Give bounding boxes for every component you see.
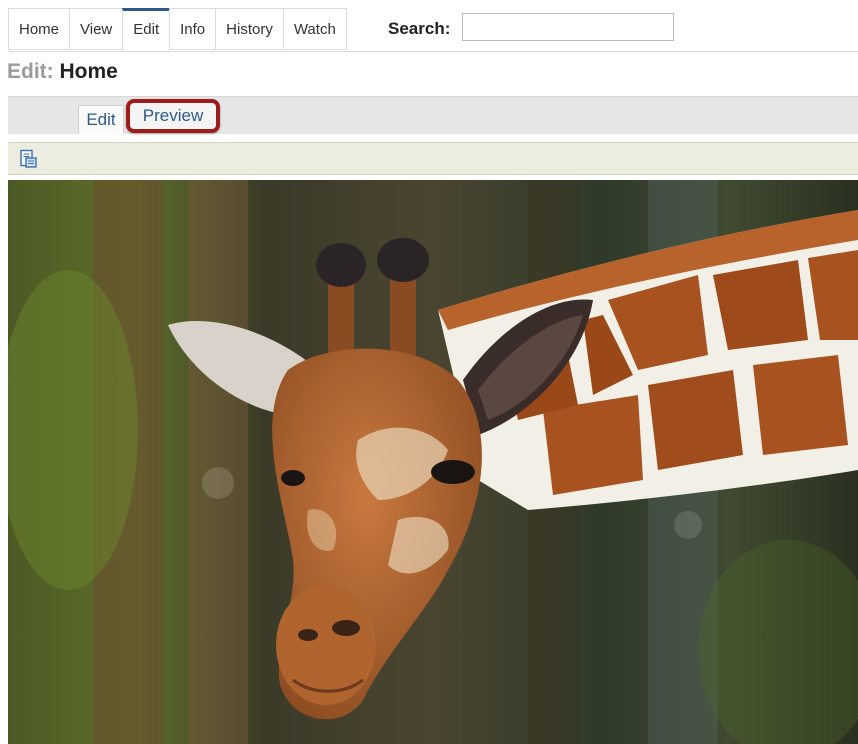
page-tabs: Home View Edit Info History Watch <box>8 8 347 51</box>
preview-image <box>8 180 858 744</box>
top-navigation: Home View Edit Info History Watch Search… <box>8 8 858 52</box>
tab-edit[interactable]: Edit <box>122 8 170 51</box>
tab-view[interactable]: View <box>69 8 123 50</box>
document-preview-icon[interactable] <box>18 149 38 169</box>
page-title-prefix: Edit: <box>7 60 54 83</box>
tab-watch[interactable]: Watch <box>282 8 347 50</box>
search-label: Search: <box>388 19 451 38</box>
subtab-edit[interactable]: Edit <box>78 105 124 134</box>
subtab-preview[interactable]: Preview <box>126 99 220 133</box>
giraffe-photo-icon <box>8 180 858 744</box>
tab-history[interactable]: History <box>215 8 283 50</box>
page-title: Edit: Home <box>7 59 118 85</box>
tab-home[interactable]: Home <box>8 8 70 50</box>
search-input[interactable] <box>462 13 674 41</box>
tab-info[interactable]: Info <box>169 8 216 50</box>
page-title-name: Home <box>59 60 118 83</box>
editor-toolbar <box>8 142 858 175</box>
editor-subtabs: Edit Preview <box>8 96 858 134</box>
